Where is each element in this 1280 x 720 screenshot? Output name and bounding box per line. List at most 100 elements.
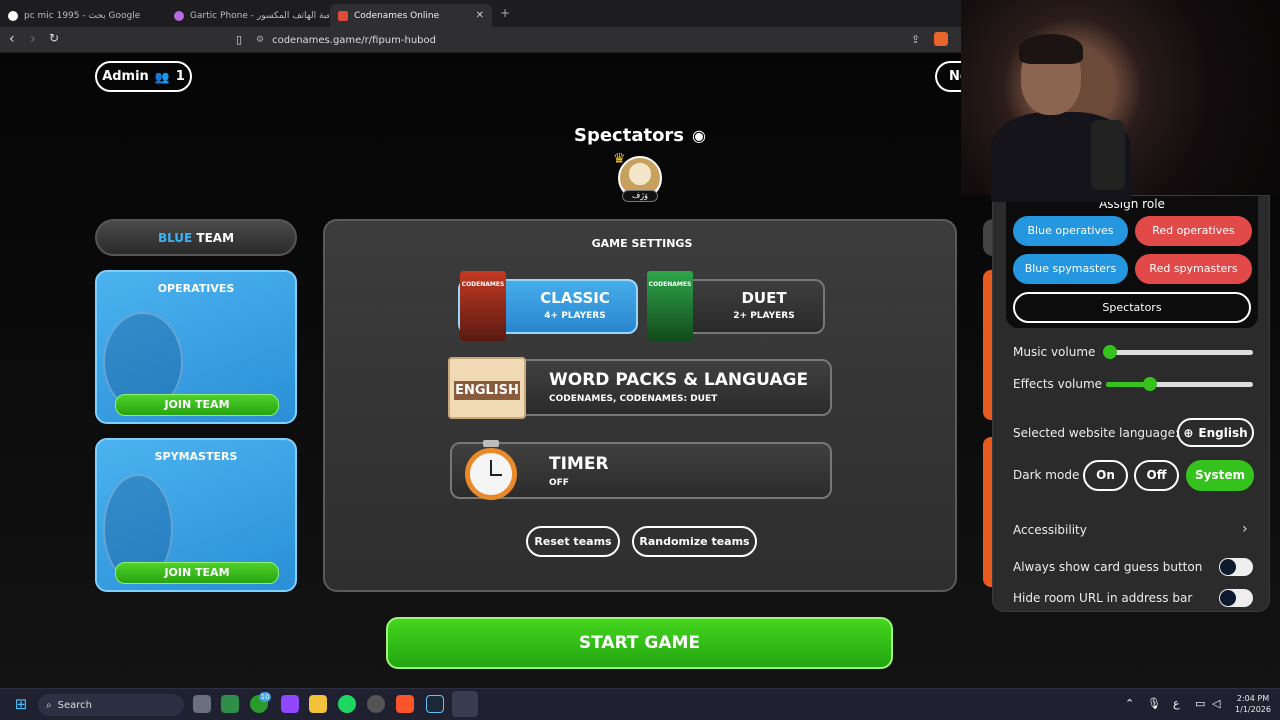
taskbar-search[interactable]: ⌕ Search [38,694,184,716]
clock-time: 2:04 PM [1236,694,1270,703]
eye-icon: ◉ [692,126,706,145]
effects-volume-knob[interactable] [1143,377,1157,391]
twitch-icon[interactable] [281,695,299,713]
reset-teams-button[interactable]: Reset teams [526,526,620,557]
spotify-icon[interactable] [338,695,356,713]
admin-button[interactable]: Admin 👥 1 [95,61,192,92]
blue-spymasters-card: SPYMASTERS JOIN TEAM [95,438,297,592]
url-text: codenames.game/r/fipum-hubod [272,34,436,46]
effects-volume-label: Effects volume [1013,377,1103,391]
spectators-title: Spectators ◉ [560,125,720,146]
active-app-icon[interactable] [452,691,478,717]
windows-taskbar: ⊞ ⌕ Search 10 ⌃ 🎙 ع ▭ ◁ 2:04 PM 1/1/2026 [0,688,1280,720]
box-art-text: CODENAMES [461,281,505,288]
network-icon[interactable]: ▭ [1195,697,1205,710]
hide-url-label: Hide room URL in address bar [1013,591,1193,605]
share-icon[interactable]: ⇪ [911,33,920,46]
randomize-teams-button[interactable]: Randomize teams [632,526,757,557]
music-volume-knob[interactable] [1103,345,1117,359]
clock[interactable]: 2:04 PM 1/1/2026 [1230,693,1276,715]
join-operatives-button[interactable]: JOIN TEAM [115,394,279,416]
browser-tab[interactable]: pc mic 1995 - بحث Google [0,4,165,27]
settings-menu: Assign role Blue operatives Red operativ… [992,195,1270,612]
blue-team-suffix: TEAM [192,230,235,245]
player-count: 1 [175,69,185,84]
assign-blue-operatives-button[interactable]: Blue operatives [1013,216,1128,246]
duet-box-art: CODENAMES [647,271,693,341]
task-view-icon[interactable] [193,695,211,713]
site-settings-icon[interactable]: ⚙ [256,35,264,45]
spymasters-label: SPYMASTERS [154,450,238,463]
crown-icon: ♛ [613,151,626,167]
brave-icon[interactable] [396,695,414,713]
word-pack-badge-text: ENGLISH [454,381,520,400]
steam-icon[interactable] [426,695,444,713]
start-game-button[interactable]: START GAME [386,617,893,669]
clock-date: 1/1/2026 [1235,705,1271,714]
assign-role-section: Assign role Blue operatives Red operativ… [1006,196,1258,328]
tab-label: pc mic 1995 - بحث Google [24,10,141,21]
assign-blue-spymasters-button[interactable]: Blue spymasters [1013,254,1128,284]
join-spymasters-button[interactable]: JOIN TEAM [115,562,279,584]
timer-button[interactable]: TIMER OFF [450,440,832,500]
operatives-label: OPERATIVES [157,282,235,295]
dark-mode-label: Dark mode [1013,468,1080,482]
mode-duet-button[interactable]: CODENAMES DUET 2+ PLAYERS [647,271,825,341]
music-volume-label: Music volume [1013,345,1096,359]
language-value: English [1198,425,1248,440]
assign-red-spymasters-button[interactable]: Red spymasters [1135,254,1252,284]
settings-title: GAME SETTINGS [591,237,693,250]
google-icon [8,10,18,21]
forward-icon[interactable]: › [30,31,36,47]
effects-volume-slider[interactable] [1106,377,1253,391]
browser-tab[interactable]: Gartic Phone - لعبة الهاتف المكسور [166,4,329,27]
dark-mode-system-button[interactable]: System [1186,460,1254,491]
assign-red-operatives-button[interactable]: Red operatives [1135,216,1252,246]
obs-icon[interactable] [367,695,385,713]
globe-icon: ⊕ [1183,425,1194,440]
music-volume-slider[interactable] [1103,345,1253,359]
word-packs-button[interactable]: ENGLISH WORD PACKS & LANGUAGE CODENAMES,… [448,357,832,419]
back-icon[interactable]: ‹ [9,31,15,47]
reload-icon[interactable]: ↻ [49,31,59,45]
new-tab-icon[interactable]: + [500,6,510,20]
windows-start-icon[interactable]: ⊞ [12,695,30,713]
chevron-right-icon[interactable]: › [1242,521,1248,537]
xbox-badge: 10 [259,692,271,702]
brave-shield-icon[interactable] [934,32,948,46]
search-icon: ⌕ [46,699,52,711]
card-guess-label: Always show card guess button [1013,560,1203,574]
dark-mode-on-button[interactable]: On [1083,460,1128,491]
tab-label: Gartic Phone - لعبة الهاتف المكسور [190,10,329,21]
accessibility-label[interactable]: Accessibility [1013,523,1087,537]
gartic-icon [174,10,184,21]
assign-spectators-button[interactable]: Spectators [1013,292,1251,323]
file-explorer-icon[interactable] [309,695,327,713]
word-packs-subtitle: CODENAMES, CODENAMES: DUET [549,394,718,404]
timer-title: TIMER [549,454,609,474]
card-guess-toggle[interactable] [1219,558,1253,576]
codenames-icon [338,10,348,21]
language-label: Selected website language: [1013,426,1180,440]
mode-name: CLASSIC [540,289,610,307]
blue-operatives-card: OPERATIVES JOIN TEAM [95,270,297,424]
hide-url-toggle[interactable] [1219,589,1253,607]
close-tab-icon[interactable]: ✕ [476,10,484,21]
box-art-text: CODENAMES [648,281,692,288]
blue-team-header: BLUE TEAM [95,219,297,256]
language-indicator[interactable]: ع [1173,697,1180,710]
browser-tab-active[interactable]: Codenames Online ✕ [330,4,492,27]
mic-icon[interactable]: 🎙 [1147,697,1161,710]
tab-label: Codenames Online [354,10,440,21]
search-label: Search [57,699,92,711]
volume-icon[interactable]: ◁ [1212,697,1220,710]
mode-classic-button[interactable]: CODENAMES CLASSIC 4+ PLAYERS [458,271,638,341]
tray-chevron-icon[interactable]: ⌃ [1125,697,1134,710]
bookmark-icon[interactable]: ▯ [236,33,242,46]
mode-players: 2+ PLAYERS [733,311,795,321]
app-icon[interactable] [221,695,239,713]
dark-mode-off-button[interactable]: Off [1134,460,1179,491]
language-select[interactable]: ⊕ English [1177,418,1254,447]
classic-box-art: CODENAMES [460,271,506,341]
url-field[interactable]: ⚙ codenames.game/r/fipum-hubod [256,31,956,49]
